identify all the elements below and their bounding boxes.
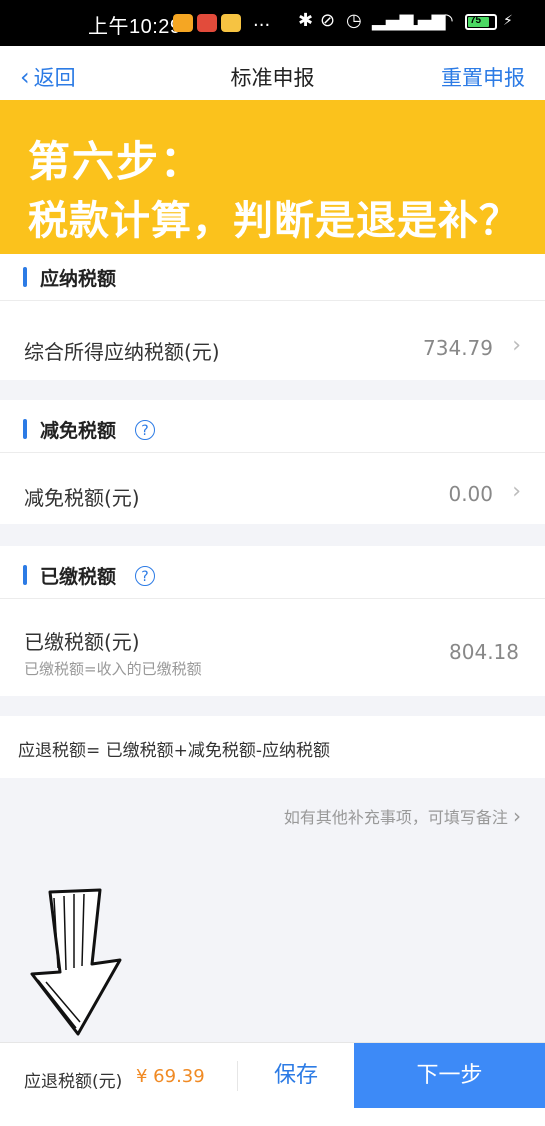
section-marker — [23, 419, 27, 439]
next-step-button[interactable]: 下一步 — [354, 1043, 545, 1109]
wifi-icon: ◠ — [438, 10, 454, 31]
note-label: 如有其他补充事项，可填写备注 — [283, 808, 508, 827]
banner-step-title: 第六步： — [28, 137, 205, 186]
refund-label: 应退税额(元) — [24, 1072, 123, 1092]
row-sublabel: 已缴税额=收入的已缴税额 — [24, 660, 202, 678]
chevron-right-icon: › — [512, 333, 521, 358]
relief-tax-row[interactable]: 减免税额(元) 0.00 › — [0, 462, 545, 524]
paid-tax-row: 已缴税额(元) 已缴税额=收入的已缴税额 804.18 — [0, 608, 545, 696]
bluetooth-icon: ✱ — [298, 10, 314, 31]
app-notification-icon — [197, 14, 217, 32]
more-notifications-icon: ... — [253, 10, 271, 31]
arrow-down-icon — [30, 888, 122, 1036]
refund-formula: 应退税额= 已缴税额+减免税额-应纳税额 — [0, 716, 545, 778]
reset-button[interactable]: 重置申报 — [441, 62, 525, 92]
banner-step-subtitle: 税款计算，判断是退是补？ — [28, 198, 520, 244]
status-time: 上午10:29 — [88, 16, 182, 38]
status-bar: 上午10:29 ... ✱ ⊘ ◷ ▂▄▆ ▂▄▆ ◠ 75 ⚡ — [0, 0, 545, 46]
battery-icon: 75 — [465, 14, 497, 30]
relief-tax-card: 减免税额 ? 减免税额(元) 0.00 › — [0, 400, 545, 524]
mute-icon: ⊘ — [320, 10, 336, 31]
help-icon[interactable]: ? — [135, 420, 155, 440]
section-header: 已缴税额 ? — [0, 552, 545, 599]
add-note-link[interactable]: 如有其他补充事项，可填写备注 › — [284, 804, 521, 828]
back-button[interactable]: ‹ 返回 — [20, 62, 76, 92]
app-notification-icon — [221, 14, 241, 32]
row-label: 减免税额(元) — [24, 486, 140, 510]
tutorial-banner: 第六步： 税款计算，判断是退是补？ — [0, 100, 545, 268]
payable-tax-card: 应纳税额 综合所得应纳税额(元) 734.79 › — [0, 254, 545, 380]
alarm-icon: ◷ — [346, 10, 362, 31]
paid-tax-card: 已缴税额 ? 已缴税额(元) 已缴税额=收入的已缴税额 804.18 — [0, 546, 545, 696]
help-icon[interactable]: ? — [135, 566, 155, 586]
nav-bar: 标准申报 ‹ 返回 重置申报 — [0, 46, 545, 104]
bottom-action-bar: 应退税额(元) ¥ 69.39 保存 下一步 — [0, 1042, 545, 1109]
battery-level: 75 — [470, 15, 482, 26]
refund-amount: ¥ 69.39 — [136, 1066, 205, 1087]
row-label: 已缴税额(元) — [24, 630, 140, 654]
section-marker — [23, 267, 27, 287]
payable-tax-row[interactable]: 综合所得应纳税额(元) 734.79 › — [0, 316, 545, 380]
back-label: 返回 — [33, 66, 76, 90]
save-button[interactable]: 保存 — [238, 1043, 354, 1109]
charging-icon: ⚡ — [503, 13, 513, 29]
row-value: 804.18 — [449, 640, 519, 664]
section-marker — [23, 565, 27, 585]
row-value: 0.00 — [448, 482, 493, 506]
formula-text: 应退税额= 已缴税额+减免税额-应纳税额 — [18, 741, 331, 761]
notification-icon — [173, 14, 193, 32]
bottom-spacer — [0, 1108, 545, 1126]
section-title: 已缴税额 — [40, 566, 117, 588]
chevron-left-icon: ‹ — [20, 63, 30, 91]
section-header: 应纳税额 — [0, 254, 545, 301]
chevron-right-icon: › — [512, 479, 521, 504]
row-label: 综合所得应纳税额(元) — [24, 340, 220, 364]
row-value: 734.79 — [423, 336, 493, 360]
section-title: 应纳税额 — [40, 268, 117, 290]
section-title: 减免税额 — [40, 420, 117, 442]
section-header: 减免税额 ? — [0, 406, 545, 453]
chevron-right-icon: › — [513, 804, 521, 828]
